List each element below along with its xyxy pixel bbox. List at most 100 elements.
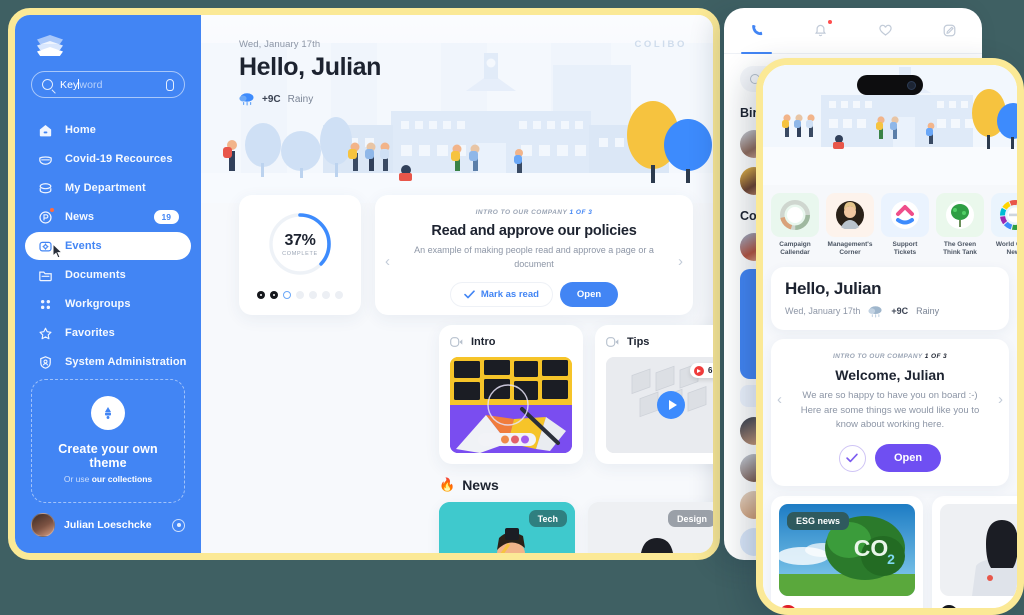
compose-icon [943, 24, 956, 37]
phone-app-the-green-think-tank[interactable]: The Green Think Tank [936, 193, 984, 258]
workgroups-icon [40, 299, 51, 309]
news-card[interactable]: Design [588, 502, 713, 553]
search-value: Key [60, 78, 79, 91]
phone-news-image: CO 2 ESG news [779, 504, 915, 597]
sidebar-item-news[interactable]: News 19 [25, 203, 191, 231]
tablet-tab-compose[interactable] [918, 8, 983, 53]
play-button[interactable] [657, 391, 685, 419]
hero-text-block: Wed, January 17th Hello, Julian +9C Rain… [239, 39, 381, 106]
progress-dot[interactable] [257, 291, 265, 299]
svg-text:CO: CO [854, 535, 889, 561]
department-icon [37, 180, 54, 197]
phone-welcome-body: We are so happy to have you on board :-)… [800, 389, 980, 431]
phone-app-label: Management's Corner [827, 241, 873, 257]
progress-ring: 37% COMPLETE [267, 211, 333, 277]
folder-icon [37, 267, 54, 284]
phone-app-label: The Green Think Tank [943, 241, 977, 257]
carousel-next-button[interactable]: › [678, 253, 683, 270]
tablet-tab-heart[interactable] [853, 8, 918, 53]
tablet-tab-bell[interactable] [789, 8, 854, 53]
intro-thumbnail[interactable] [450, 357, 572, 453]
phone-news-image [940, 504, 1017, 597]
phone-app-label: World Goals News [995, 241, 1017, 257]
open-button[interactable]: Open [559, 282, 619, 307]
phone-notch [857, 75, 923, 95]
sidebar-item-covid-19-recources[interactable]: Covid-19 Recources [25, 145, 191, 173]
department-icon [39, 182, 52, 193]
phone-app-management-s-corner[interactable]: Management's Corner [826, 193, 874, 258]
phone-news-row: CO2ESG news NKT January 17th Improved EG… [763, 486, 1017, 608]
progress-step-dots[interactable] [239, 291, 361, 299]
sidebar-item-system-administration[interactable]: System Administration [25, 348, 191, 376]
phone-open-button[interactable]: Open [874, 444, 942, 473]
sidebar-nav: Home Covid-19 Recources My Department Ne… [15, 116, 201, 376]
settings-icon[interactable] [172, 518, 185, 532]
tips-thumbnail[interactable]: 6:51 [606, 357, 713, 453]
current-user-row[interactable]: Julian Loeschcke [15, 513, 201, 553]
avatar [31, 513, 55, 537]
sidebar-item-label: Covid-19 Recources [65, 153, 173, 165]
phone-temp: +9C [891, 306, 909, 317]
phone-carousel-next[interactable]: › [998, 391, 1003, 408]
sdg-wheel-icon [991, 193, 1017, 237]
sidebar-item-label: Events [65, 240, 102, 252]
policy-card: ‹ › INTRO TO OUR COMPANY 1 OF 3 Read and… [375, 195, 693, 315]
main-content: Wed, January 17th Hello, Julian +9C Rain… [201, 15, 713, 553]
theme-card-link[interactable]: our collections [92, 474, 152, 484]
progress-dot[interactable] [270, 291, 278, 299]
phone-greeting: Hello, Julian [785, 278, 882, 298]
sidebar-item-documents[interactable]: Documents [25, 261, 191, 289]
weather-temp: +9C [262, 93, 281, 105]
bell-icon [815, 24, 827, 37]
rain-cloud-icon [868, 306, 882, 318]
play-small-icon [693, 365, 704, 376]
tablet-tab-phone[interactable] [724, 8, 789, 54]
phone-carousel-prev[interactable]: ‹ [777, 391, 782, 408]
search-input[interactable]: Keyword [31, 71, 185, 98]
desktop-window-frame: Keyword Home Covid-19 Recources My Depar… [8, 8, 720, 560]
green-brain-icon [936, 193, 984, 237]
progress-percent: 37% [284, 231, 316, 249]
brush-icon [91, 396, 125, 430]
mid-cards-row: Intro Tips 6 [439, 325, 713, 464]
phone-news-card[interactable]: CO2ESG news NKT January 17th Improved EG… [771, 496, 923, 608]
phone-mark-read-button[interactable] [838, 444, 866, 472]
phone-news-avatar: NKT [779, 605, 797, 608]
tablet-tab-bar [724, 8, 982, 54]
phone-date: Wed, January 17th [785, 306, 861, 317]
shield-user-icon [40, 355, 51, 369]
colibo-logo[interactable] [37, 35, 63, 57]
phone-app-support-tickets[interactable]: Support Tickets [881, 193, 929, 258]
support-arrow-icon [881, 193, 929, 237]
progress-dot[interactable] [335, 291, 343, 299]
progress-dot[interactable] [296, 291, 304, 299]
rain-cloud-icon [239, 93, 254, 106]
mark-as-read-button[interactable]: Mark as read [449, 282, 553, 307]
sidebar-item-workgroups[interactable]: Workgroups [25, 290, 191, 318]
search-placeholder: word [79, 78, 103, 91]
carousel-prev-button[interactable]: ‹ [385, 253, 390, 270]
progress-dot[interactable] [322, 291, 330, 299]
phone-news-card[interactable]: AZ January Colibo c [932, 496, 1017, 608]
progress-dot[interactable] [283, 291, 291, 299]
phone-app-campaign-callendar[interactable]: Campaign Callendar [771, 193, 819, 258]
unread-dot [827, 20, 832, 24]
folder-icon [39, 270, 52, 281]
sidebar-item-home[interactable]: Home [25, 116, 191, 144]
news-card[interactable]: Tech [439, 502, 575, 553]
tips-card-title: Tips [627, 336, 650, 348]
phone-mockup: Campaign Callendar Management's Corner S… [756, 58, 1024, 615]
phone-app-world-goals-news[interactable]: World Goals News [991, 193, 1017, 258]
microphone-icon[interactable] [166, 78, 174, 91]
person-photo-icon [826, 193, 874, 237]
phone-news-tag: ESG news [787, 512, 850, 531]
intro-card-title: Intro [471, 336, 496, 348]
progress-dot[interactable] [309, 291, 317, 299]
intro-card: Intro [439, 325, 583, 464]
phone-welcome-card: ‹ › INTRO TO OUR COMPANY 1 OF 3 Welcome,… [771, 338, 1009, 487]
sidebar-item-my-department[interactable]: My Department [25, 174, 191, 202]
sidebar-item-events[interactable]: Events [25, 232, 191, 260]
policy-title: Read and approve our policies [431, 223, 637, 239]
sidebar-item-favorites[interactable]: Favorites [25, 319, 191, 347]
create-theme-card[interactable]: Create your own theme Or use our collect… [31, 379, 185, 503]
